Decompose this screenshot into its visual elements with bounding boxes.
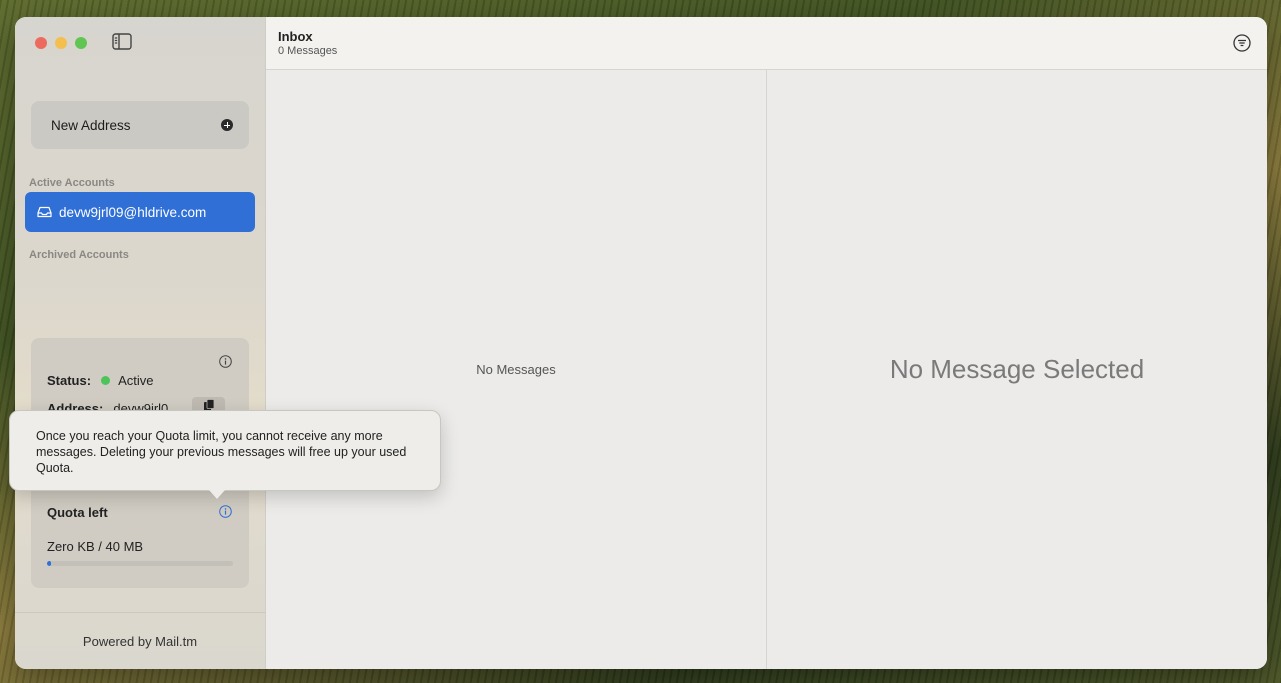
quota-progress-bar bbox=[47, 561, 233, 566]
sidebar: New Address Active Accounts devw9jrl09@h… bbox=[15, 17, 266, 669]
quota-heading: Quota left bbox=[47, 505, 108, 520]
empty-list-text: No Messages bbox=[476, 362, 556, 377]
archived-accounts-heading: Archived Accounts bbox=[29, 249, 129, 261]
status-label: Status: bbox=[47, 373, 92, 388]
toolbar: Inbox 0 Messages bbox=[266, 17, 1267, 70]
new-address-label: New Address bbox=[51, 117, 131, 133]
quota-tooltip: Once you reach your Quota limit, you can… bbox=[9, 410, 441, 491]
sidebar-toggle-icon[interactable] bbox=[112, 33, 132, 50]
tooltip-text: Once you reach your Quota limit, you can… bbox=[36, 429, 407, 475]
mailbox-title: Inbox bbox=[278, 29, 313, 44]
no-selection-text: No Message Selected bbox=[889, 354, 1145, 384]
active-accounts-heading: Active Accounts bbox=[29, 177, 115, 189]
message-detail-pane: No Message Selected bbox=[767, 70, 1267, 669]
tooltip-arrow bbox=[209, 490, 225, 499]
maximize-window-button[interactable] bbox=[75, 37, 87, 49]
app-window: New Address Active Accounts devw9jrl09@h… bbox=[15, 17, 1267, 669]
account-item[interactable]: devw9jrl09@hldrive.com bbox=[25, 192, 255, 232]
quota-info-icon[interactable] bbox=[219, 505, 232, 518]
status-indicator bbox=[101, 376, 111, 385]
message-count: 0 Messages bbox=[278, 45, 338, 57]
new-address-button[interactable]: New Address bbox=[31, 101, 249, 149]
info-icon[interactable] bbox=[219, 355, 232, 368]
quota-value: Zero KB / 40 MB bbox=[47, 539, 144, 554]
powered-by-footer: Powered by Mail.tm bbox=[15, 612, 265, 669]
footer-text: Powered by Mail.tm bbox=[82, 634, 198, 649]
filter-icon[interactable] bbox=[1233, 34, 1251, 52]
message-list-pane: No Messages bbox=[266, 70, 767, 669]
account-email: devw9jrl09@hldrive.com bbox=[59, 204, 207, 220]
status-row: Status: Active bbox=[47, 373, 153, 388]
status-value: Active bbox=[118, 373, 154, 388]
minimize-window-button[interactable] bbox=[55, 37, 67, 49]
quota-progress-fill bbox=[47, 561, 51, 566]
close-window-button[interactable] bbox=[35, 37, 47, 49]
plus-circle-icon bbox=[221, 119, 233, 131]
tray-icon bbox=[37, 206, 52, 218]
